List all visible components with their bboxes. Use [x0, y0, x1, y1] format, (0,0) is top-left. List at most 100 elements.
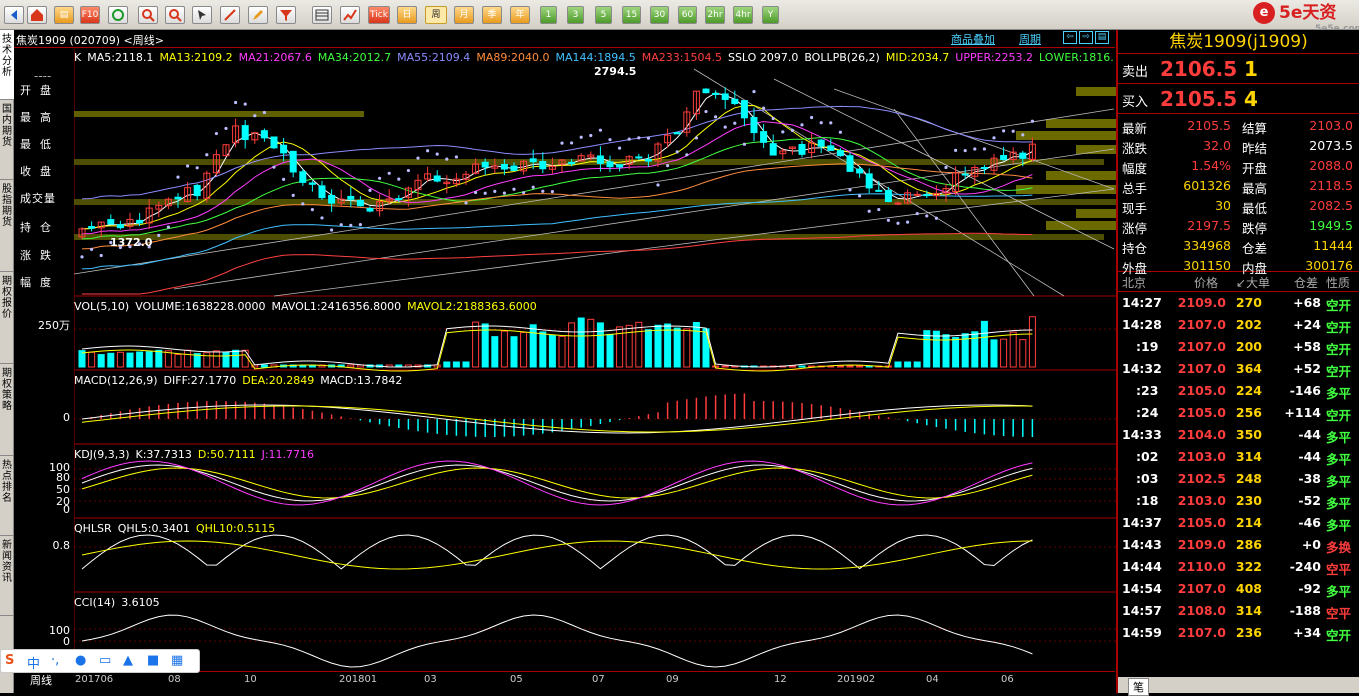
filter-icon[interactable] [276, 6, 296, 24]
overlay-link[interactable]: 商品叠加 [951, 31, 995, 47]
side-tab-news[interactable]: 新闻资讯 [0, 536, 14, 616]
stat-label: 最高 [1242, 181, 1268, 196]
volume-bar [644, 329, 652, 368]
volume-bar [1009, 331, 1017, 368]
tab-ticks[interactable]: 笔 [1128, 678, 1149, 696]
back-icon[interactable] [4, 6, 24, 24]
k-line [81, 464, 1033, 502]
chart-line-icon[interactable] [340, 6, 360, 24]
ime-punct[interactable]: ·, [51, 653, 59, 668]
sar-dot [445, 157, 449, 161]
f10-icon[interactable]: F10 [80, 6, 100, 24]
toolbar: ▤ F10 Tick 日 周 月 季 年 1 3 5 15 30 60 2hr … [0, 0, 1359, 34]
prev-icon[interactable]: ⇦ [1063, 31, 1077, 44]
main-legend-item: UPPER:2253.2 [955, 51, 1034, 64]
yearly-button[interactable]: 年 [510, 6, 530, 24]
tick-row: :24 2105.0 256 +114 空开 [1118, 402, 1359, 424]
sar-dot [176, 175, 180, 179]
volume-bar [692, 322, 700, 368]
chart-title: 焦炭1909 (020709) <周线> [16, 34, 164, 47]
tick-size: 202 [1235, 317, 1262, 332]
grid-icon[interactable]: ▦ [171, 653, 183, 668]
tick-time: 14:33 [1122, 427, 1162, 442]
tick-price: 2105.0 [1177, 405, 1226, 420]
cursor-icon[interactable] [192, 6, 212, 24]
vol-legend-item: MAVOL1:2416356.8000 [271, 300, 402, 313]
side-tab-options[interactable]: 期权报价 [0, 272, 14, 364]
volume-bar [116, 351, 124, 368]
high-mark-label: 2794.5 [594, 65, 637, 78]
table-icon[interactable] [312, 6, 332, 24]
pen-icon[interactable] [248, 6, 268, 24]
sar-dot [944, 165, 948, 170]
notes-icon[interactable]: ▤ [54, 6, 74, 24]
tick-price: 2103.0 [1177, 449, 1226, 464]
custom-period-button[interactable]: Y [762, 6, 779, 24]
zoom-out-icon[interactable] [165, 6, 185, 24]
tick-list[interactable]: 14:27 2109.0 270 +68 空开 14:28 2107.0 202 +24 空开:1… [1118, 292, 1359, 644]
sar-dot [915, 211, 919, 216]
chart-area[interactable]: K MA5:2118.1 MA13:2109.2 MA21:2067.6 MA34:20… [74, 49, 1116, 676]
min1-button[interactable]: 1 [540, 6, 557, 24]
min60-button[interactable]: 60 [678, 6, 697, 24]
next-icon[interactable]: ⇨ [1079, 31, 1093, 44]
keyboard-icon[interactable]: ▭ [99, 653, 111, 668]
tick-type: 多平 [1326, 430, 1352, 445]
sar-dot [992, 136, 996, 140]
hr4-button[interactable]: 4hr [733, 6, 753, 24]
side-tab-index[interactable]: 股指期货 [0, 180, 14, 272]
vol-legend-item: VOL(5,10) [74, 300, 130, 313]
weekly-button[interactable]: 周 [425, 6, 447, 24]
sell-volume: 1 [1244, 57, 1258, 81]
x-tick-label: 05 [510, 674, 523, 685]
microphone-icon[interactable]: ● [75, 653, 86, 668]
chart-canvas[interactable] [74, 49, 1116, 676]
volume-bar [913, 361, 921, 368]
side-tab-hot[interactable]: 热点排名 [0, 456, 14, 536]
candle-body [817, 139, 825, 147]
min5-button[interactable]: 5 [595, 6, 612, 24]
sar-dot [224, 126, 228, 131]
candle-body [894, 202, 902, 205]
sar-dot [1011, 129, 1015, 133]
tick-time: :19 [1136, 339, 1159, 354]
scroll-icon[interactable]: ▤ [1095, 31, 1109, 44]
quarterly-button[interactable]: 季 [482, 6, 502, 24]
side-tab-tech[interactable]: 技术分析 [0, 30, 14, 100]
ime-lang[interactable]: 中 [27, 653, 40, 672]
tick-oi: -92 [1298, 581, 1321, 596]
side-tab-strategy[interactable]: 期权策略 [0, 364, 14, 456]
skin-icon[interactable]: ▲ [123, 653, 133, 668]
tick-oi: +58 [1293, 339, 1321, 354]
zoom-in-icon[interactable] [138, 6, 158, 24]
candle-body [433, 175, 441, 182]
sar-dot [589, 133, 593, 138]
tick-button[interactable]: Tick [368, 6, 390, 24]
sar-dot [1002, 129, 1006, 133]
stats-row: 持仓 334968 仓差 11444 [1118, 236, 1359, 256]
tick-oi: -240 [1289, 559, 1321, 574]
candle-body [731, 98, 739, 105]
volume-bar [990, 339, 998, 368]
ime-toolbar[interactable]: S 中 ·, ● ▭ ▲ ■ ▦ [0, 649, 200, 673]
stat-value: 2105.5 [1187, 118, 1231, 133]
min30-button[interactable]: 30 [650, 6, 669, 24]
qhlsr-legend: QHLSR QHL5:0.3401 QHL10:0.5115 [74, 522, 281, 535]
hr2-button[interactable]: 2hr [705, 6, 725, 24]
home-icon[interactable] [27, 6, 47, 24]
draw-line-icon[interactable] [220, 6, 240, 24]
tick-head-time: 北京 [1122, 276, 1147, 290]
stat-label: 幅度 [1122, 161, 1148, 176]
period-link[interactable]: 周期 [1019, 31, 1041, 47]
refresh-icon[interactable] [108, 6, 128, 24]
side-tab-domestic[interactable]: 国内期货 [0, 100, 14, 180]
sogou-icon[interactable]: S [5, 653, 14, 668]
x-tick-label: 06 [1001, 674, 1014, 685]
min15-button[interactable]: 15 [622, 6, 641, 24]
shirt-icon[interactable]: ■ [147, 653, 159, 668]
min3-button[interactable]: 3 [567, 6, 584, 24]
monthly-button[interactable]: 月 [454, 6, 474, 24]
cci-legend-item: CCI(14) [74, 596, 116, 609]
tick-row: 14:32 2107.0 364 +52 空开 [1118, 358, 1359, 380]
daily-button[interactable]: 日 [397, 6, 417, 24]
